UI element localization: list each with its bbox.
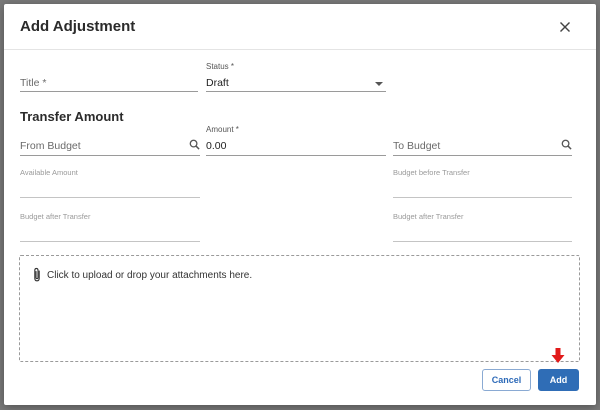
from-budget-placeholder: From Budget (20, 140, 81, 152)
cancel-button[interactable]: Cancel (482, 369, 531, 391)
dialog-header: Add Adjustment (4, 4, 596, 50)
amount-field[interactable]: Amount * 0.00 (206, 125, 386, 156)
upload-instructions: Click to upload or drop your attachments… (47, 270, 253, 281)
from-budget-search-field[interactable]: From Budget (20, 132, 200, 156)
budget-after-transfer-left-field: Budget after Transfer (20, 212, 200, 242)
status-label: Status * (206, 62, 235, 71)
add-button[interactable]: Add (538, 369, 579, 391)
available-amount-label: Available Amount (20, 168, 78, 177)
from-budget-underline (20, 155, 200, 156)
budget-before-transfer-label: Budget before Transfer (393, 168, 470, 177)
attachment-dropzone[interactable]: Click to upload or drop your attachments… (19, 255, 580, 362)
available-amount-underline (20, 197, 200, 198)
status-select[interactable]: Status * Draft (206, 62, 386, 92)
to-budget-placeholder: To Budget (393, 140, 441, 152)
to-budget-underline (393, 155, 572, 156)
add-adjustment-dialog: Add Adjustment Title * Status * Draft Tr… (4, 4, 596, 405)
paperclip-icon (34, 267, 40, 282)
close-button[interactable] (556, 18, 574, 36)
amount-value: 0.00 (206, 140, 227, 152)
search-icon[interactable] (189, 139, 200, 150)
budget-before-transfer-underline (393, 197, 572, 198)
budget-after-transfer-right-field: Budget after Transfer (393, 212, 572, 242)
amount-underline (206, 155, 386, 156)
close-icon (560, 22, 570, 32)
available-amount-field: Available Amount (20, 168, 200, 198)
dialog-title: Add Adjustment (20, 18, 136, 35)
transfer-amount-heading: Transfer Amount (20, 109, 124, 124)
title-field[interactable]: Title * (20, 66, 198, 92)
amount-label: Amount * (206, 125, 239, 134)
budget-after-transfer-left-label: Budget after Transfer (20, 212, 91, 221)
title-placeholder: Title * (20, 77, 47, 89)
status-value: Draft (206, 77, 229, 89)
search-icon[interactable] (561, 139, 572, 150)
title-underline (20, 91, 198, 92)
caret-down-icon (375, 82, 383, 86)
budget-after-transfer-right-label: Budget after Transfer (393, 212, 464, 221)
to-budget-search-field[interactable]: To Budget (393, 132, 572, 156)
budget-before-transfer-field: Budget before Transfer (393, 168, 572, 198)
status-underline (206, 91, 386, 92)
red-arrow-down-icon (551, 348, 565, 363)
budget-after-transfer-right-underline (393, 241, 572, 242)
budget-after-transfer-left-underline (20, 241, 200, 242)
